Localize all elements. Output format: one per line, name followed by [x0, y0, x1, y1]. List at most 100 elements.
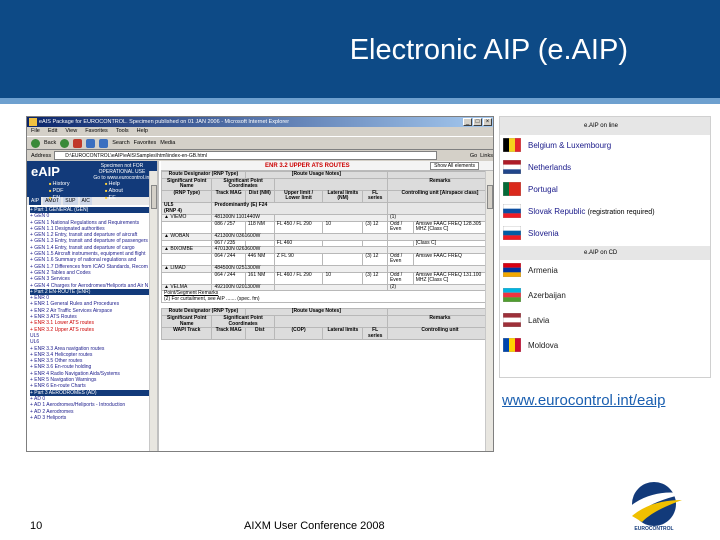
- point-remarks: [386, 264, 493, 273]
- address-input[interactable]: D:\EUROCONTROL\eAIP\eAIS\Samples\html\in…: [54, 151, 437, 160]
- country-flag-icon: [503, 138, 521, 152]
- nav-scrollbar[interactable]: [149, 171, 157, 451]
- segment-limits: FL 450 / FL 290: [273, 220, 324, 234]
- country-name[interactable]: Slovenia: [528, 229, 559, 238]
- col-route-usage-2: [Route Usage Notes]: [244, 308, 388, 317]
- menu-tools[interactable]: Tools: [116, 127, 129, 136]
- segment-row: 086 / 257 118 NM FL 450 / FL 290 10 (3) 12 Od…: [161, 220, 493, 234]
- country-flag-icon: [503, 288, 521, 302]
- country-flag-icon: [503, 338, 521, 352]
- close-icon[interactable]: ×: [483, 118, 492, 126]
- favorites-button[interactable]: Favorites: [134, 140, 157, 146]
- country-link[interactable]: Slovenia: [500, 223, 710, 245]
- search-button[interactable]: Search: [112, 140, 129, 146]
- col-fl: FL series: [362, 189, 388, 203]
- segment-track: 086 / 257: [211, 220, 246, 234]
- country-link[interactable]: Netherlands: [500, 157, 710, 179]
- cd-country-item: Armenia: [500, 260, 710, 285]
- menu-file[interactable]: File: [31, 127, 40, 136]
- address-bar: Address D:\EUROCONTROL\eAIP\eAIS\Samples…: [27, 150, 493, 161]
- stop-icon[interactable]: [73, 138, 83, 148]
- table-header-row: (RNP Type) Track MAG Dist (NM) Upper lim…: [161, 189, 493, 203]
- back-icon[interactable]: [31, 138, 40, 148]
- segment-fl: Odd / Even: [386, 220, 414, 234]
- country-link[interactable]: Belgium & Luxembourg: [500, 135, 710, 157]
- content-scrollbar[interactable]: [485, 171, 493, 451]
- segment-controlling: Amswe FAAC FREQ 131.100 MHZ [Class C]: [412, 271, 493, 285]
- segment-dist: 446 NM: [244, 252, 275, 266]
- header-band: Electronic AIP (e.AIP): [0, 0, 720, 104]
- col-wapi-track: WAPI Track: [161, 327, 213, 341]
- pdf-link[interactable]: PDF: [49, 188, 101, 194]
- country-flag-icon: [503, 313, 521, 327]
- segment-row: 067 / 235 FL 460 [Class C]: [161, 239, 493, 248]
- segment-dist: 161 NM: [244, 271, 275, 285]
- back-button[interactable]: Back: [44, 140, 56, 146]
- segment-track: 064 / 244: [211, 271, 246, 285]
- segment-dist: 118 NM: [244, 220, 275, 234]
- menu-edit[interactable]: Edit: [48, 127, 57, 136]
- country-name[interactable]: Belgium & Luxembourg: [528, 141, 611, 150]
- menu-help[interactable]: Help: [137, 127, 148, 136]
- cd-heading: e.AIP on CD: [500, 246, 710, 260]
- toc-item[interactable]: + GEN 4 Charges for Aerodromes/Heliports…: [30, 283, 154, 289]
- country-name[interactable]: Slovak Republic (registration required): [528, 207, 655, 216]
- country-link[interactable]: Slovak Republic (registration required): [500, 201, 710, 223]
- point-remarks: [386, 232, 493, 241]
- remarks-line: (2) For curtailment, see AIP ....... (sp…: [164, 295, 260, 302]
- col-dist: Dist (NM): [244, 189, 275, 203]
- col-lateral-2: Lateral limits: [322, 327, 364, 341]
- cd-country-item: Latvia: [500, 310, 710, 335]
- country-flag-icon: [503, 160, 521, 174]
- eaip-url-link[interactable]: www.eurocontrol.int/eaip: [502, 392, 665, 409]
- country-name[interactable]: Netherlands: [528, 163, 571, 172]
- route-rnp: (RNP 4): [164, 207, 182, 214]
- col-remarks-2: Remarks: [386, 315, 493, 329]
- col-dist-2: Dist: [244, 327, 275, 341]
- segment-note: (3) 12: [362, 252, 388, 266]
- minimize-icon[interactable]: _: [463, 118, 472, 126]
- home-icon[interactable]: [99, 138, 109, 148]
- toc-tree: + Part 1 GENERAL (GEN) + GEN 0 + GEN 1 Nat…: [27, 205, 157, 423]
- toc-item[interactable]: + GEN 1.3 Entry, transit and departure o…: [30, 238, 154, 244]
- go-button[interactable]: Go: [470, 153, 477, 159]
- remarks-row: Point/Segment Remarks (2) For curtailment…: [161, 290, 493, 304]
- country-link[interactable]: Portugal: [500, 179, 710, 201]
- browser-title: eAIS Package for EUROCONTROL. Specimen p…: [39, 119, 290, 125]
- browser-window: eAIS Package for EUROCONTROL. Specimen p…: [26, 116, 494, 452]
- maximize-icon[interactable]: □: [473, 118, 482, 126]
- route-points: ▲ VIEMO 481300N 1101440W (1) 086 / 257 118 N…: [161, 214, 493, 292]
- segment-row: 064 / 244 446 NM Z FL 90 (3) 12 Odd / Even Am…: [161, 252, 493, 266]
- segment-lateral: [322, 252, 364, 266]
- toc-item[interactable]: + AD 3 Heliports: [30, 415, 154, 421]
- media-button[interactable]: Media: [160, 140, 175, 146]
- specimen-text: Specimen not FOR OPERATIONAL USE: [98, 163, 146, 175]
- eaip-header: eAIP Specimen not FOR OPERATIONAL USE Go…: [27, 161, 157, 201]
- refresh-icon[interactable]: [86, 138, 96, 148]
- country-name[interactable]: Portugal: [528, 185, 558, 194]
- menu-favorites[interactable]: Favorites: [85, 127, 108, 136]
- show-elements-select[interactable]: Show All elements: [430, 161, 479, 170]
- point-coords: 484500N 0251300W: [211, 264, 275, 273]
- content-frame: ENR 3.2 UPPER ATS ROUTES Show All elemen…: [161, 161, 493, 451]
- country-flag-icon: [503, 182, 521, 196]
- toc-item[interactable]: + GEN 1 National Regulations and Require…: [30, 220, 154, 226]
- scrollbar-thumb[interactable]: [487, 185, 493, 209]
- col-lateral: Lateral limits (NM): [322, 189, 364, 203]
- links-button[interactable]: Links: [480, 153, 493, 159]
- scrollbar-thumb[interactable]: [151, 185, 157, 209]
- toc-item[interactable]: + GEN 1.6 Summary of national regulation…: [30, 257, 154, 263]
- page-number: 10: [30, 520, 43, 532]
- country-flag-icon: [503, 263, 521, 277]
- lang-en-link[interactable]: EN: [49, 195, 101, 201]
- point-coords: 492100N 0201300W: [211, 283, 275, 292]
- section-title: ENR 3.2 UPPER ATS ROUTES: [265, 162, 350, 169]
- col-limits: Upper limit / Lower limit: [273, 189, 324, 203]
- tab-aip[interactable]: AIP: [29, 197, 42, 205]
- history-link[interactable]: History: [49, 181, 101, 187]
- col-fl-2: FL series: [362, 327, 388, 341]
- country-flag-icon: [503, 204, 521, 218]
- segment-controlling: Amswe FAAC FREQ: [412, 252, 493, 266]
- menu-view[interactable]: View: [65, 127, 77, 136]
- forward-icon[interactable]: [60, 138, 70, 148]
